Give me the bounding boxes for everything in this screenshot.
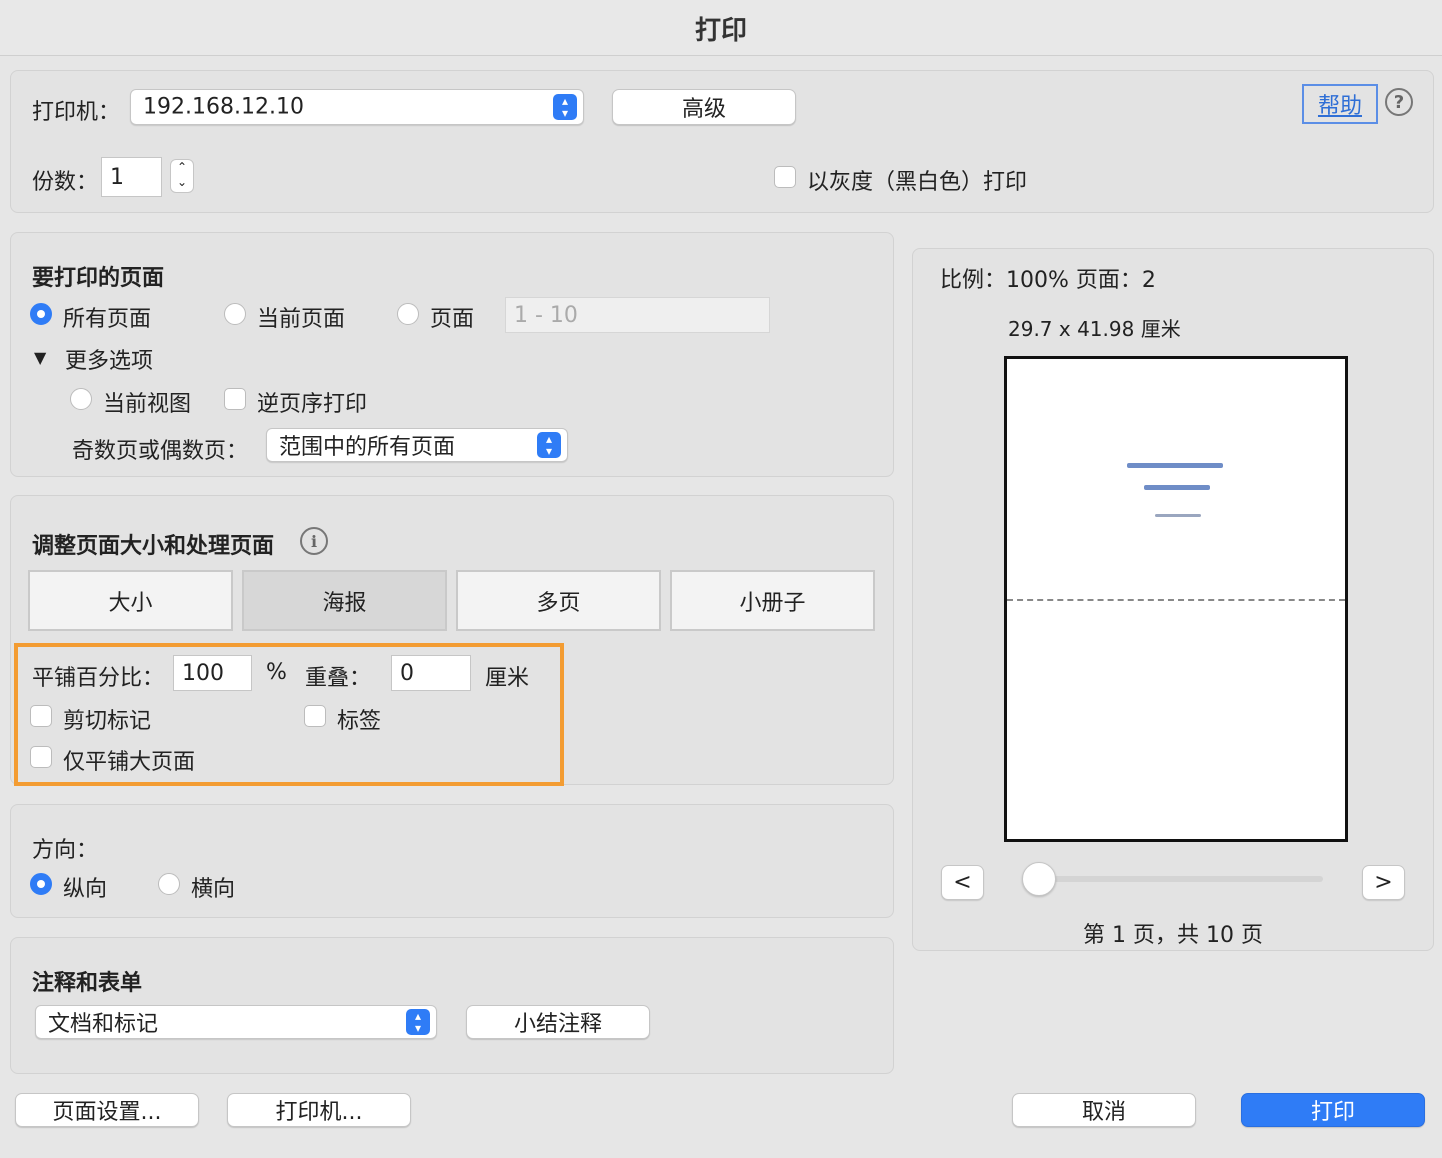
pages-range-label: 页面 (430, 307, 475, 332)
advanced-button[interactable]: 高级 (612, 89, 796, 125)
odd-even-value: 范围中的所有页面 (279, 435, 456, 460)
portrait-label: 纵向 (63, 877, 108, 902)
tab-poster[interactable]: 海报 (242, 570, 447, 631)
annotations-select[interactable]: 文档和标记 ▴ ▾ (35, 1005, 437, 1039)
preview-size: 29.7 x 41.98 厘米 (1008, 317, 1181, 341)
current-view-label: 当前视图 (103, 392, 192, 417)
landscape-label: 横向 (191, 877, 236, 902)
reverse-order-checkbox[interactable] (224, 388, 246, 410)
tab-booklet[interactable]: 小册子 (670, 570, 875, 631)
orientation-title: 方向： (32, 838, 99, 863)
tile-percent-input[interactable]: 100 (173, 655, 252, 691)
all-pages-radio[interactable] (30, 303, 52, 325)
current-page-radio[interactable] (224, 303, 246, 325)
grayscale-label: 以灰度（黑白色）打印 (807, 170, 1028, 195)
preview-text-line (1127, 463, 1223, 468)
current-view-radio[interactable] (70, 388, 92, 410)
preview-scale: 比例：100% 页面：2 (940, 268, 1156, 293)
pages-range-input[interactable]: 1 - 10 (505, 297, 770, 333)
pages-section-title: 要打印的页面 (32, 266, 165, 291)
page-setup-button[interactable]: 页面设置... (15, 1093, 199, 1127)
landscape-radio[interactable] (158, 873, 180, 895)
overlap-unit: 厘米 (485, 666, 530, 691)
print-button[interactable]: 打印 (1241, 1093, 1425, 1127)
printer-select-value: 192.168.12.10 (143, 94, 304, 120)
cut-marks-checkbox[interactable] (30, 705, 52, 727)
chevron-updown-icon: ▴ ▾ (553, 94, 577, 120)
preview-text-line (1144, 485, 1210, 490)
page-slider-thumb[interactable] (1022, 862, 1056, 896)
annotations-title: 注释和表单 (32, 971, 143, 996)
odd-even-label: 奇数页或偶数页： (72, 439, 249, 464)
page-slider-track[interactable] (1040, 876, 1323, 882)
tab-multiple[interactable]: 多页 (456, 570, 661, 631)
overlap-label: 重叠： (305, 666, 372, 691)
pages-range-radio[interactable] (397, 303, 419, 325)
printer-label: 打印机： (32, 100, 121, 125)
copies-input[interactable]: 1 (101, 157, 162, 197)
more-options-label[interactable]: 更多选项 (65, 343, 153, 375)
copies-stepper[interactable]: ⌃ ⌄ (170, 159, 194, 193)
percent-unit: % (266, 660, 287, 685)
copies-label: 份数： (32, 170, 99, 195)
labels-label: 标签 (337, 709, 382, 734)
window-title: 打印 (694, 16, 747, 46)
reverse-order-label: 逆页序打印 (257, 392, 368, 417)
tile-percent-label: 平铺百分比： (32, 666, 165, 691)
tile-large-only-label: 仅平铺大页面 (63, 750, 196, 775)
cut-marks-label: 剪切标记 (63, 709, 152, 734)
prev-page-button[interactable]: < (941, 865, 984, 900)
page-indicator: 第 1 页，共 10 页 (1083, 923, 1263, 948)
disclosure-triangle-icon[interactable]: ▼ (34, 348, 46, 367)
summarize-comments-button[interactable]: 小结注释 (466, 1005, 650, 1039)
help-link[interactable]: 帮助 (1302, 84, 1378, 124)
orientation-panel (10, 804, 894, 918)
chevron-updown-icon: ▴ ▾ (406, 1009, 430, 1035)
question-circle-icon[interactable]: ? (1385, 88, 1413, 116)
tile-large-only-checkbox[interactable] (30, 746, 52, 768)
info-icon[interactable]: i (300, 527, 328, 555)
annotations-select-value: 文档和标记 (48, 1012, 159, 1037)
next-page-button[interactable]: > (1362, 865, 1405, 900)
tile-split-line (1007, 599, 1345, 601)
cancel-button[interactable]: 取消 (1012, 1093, 1196, 1127)
grayscale-checkbox[interactable] (774, 166, 796, 188)
printer-select[interactable]: 192.168.12.10 ▴ ▾ (130, 89, 584, 125)
labels-checkbox[interactable] (304, 705, 326, 727)
portrait-radio[interactable] (30, 873, 52, 895)
odd-even-select[interactable]: 范围中的所有页面 ▴ ▾ (266, 428, 568, 462)
sizing-section-title: 调整页面大小和处理页面 (32, 534, 275, 559)
all-pages-label: 所有页面 (63, 307, 152, 332)
current-page-label: 当前页面 (257, 307, 346, 332)
printer-button[interactable]: 打印机... (227, 1093, 411, 1127)
overlap-input[interactable]: 0 (391, 655, 471, 691)
chevron-updown-icon: ▴ ▾ (537, 432, 561, 458)
tab-size[interactable]: 大小 (28, 570, 233, 631)
preview-page (1004, 356, 1348, 842)
preview-text-line (1155, 514, 1201, 517)
